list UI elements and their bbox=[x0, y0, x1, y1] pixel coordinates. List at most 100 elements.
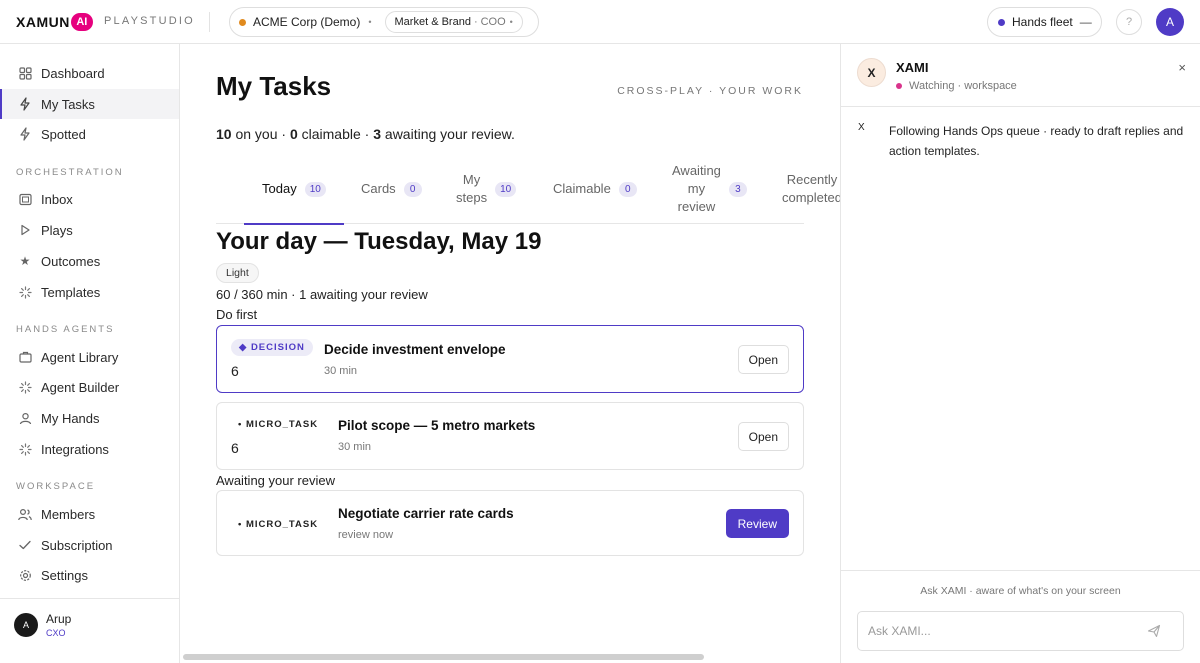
ask-xami-input[interactable] bbox=[857, 611, 1184, 651]
tab-label: Today bbox=[262, 181, 297, 196]
send-icon[interactable] bbox=[1147, 624, 1161, 638]
tab-awaiting-my-review[interactable]: Awaiting my review 3 bbox=[672, 154, 747, 224]
tab-today[interactable]: Today 10 bbox=[244, 154, 344, 225]
sidebar-item-my-tasks[interactable]: My Tasks bbox=[0, 89, 179, 119]
sidebar-item-label: Integrations bbox=[41, 441, 109, 457]
message-sender-badge: X bbox=[858, 122, 865, 133]
sidebar-item-templates[interactable]: Templates bbox=[0, 277, 179, 307]
task-summary: 10 on you · 0 claimable · 3 awaiting you… bbox=[216, 126, 515, 142]
page-title: My Tasks bbox=[216, 71, 332, 101]
chevron-down-icon: • bbox=[509, 17, 513, 27]
user-avatar[interactable]: A bbox=[1156, 8, 1184, 36]
help-button[interactable]: ? bbox=[1116, 9, 1142, 35]
user-name: Arup bbox=[46, 612, 72, 626]
open-button[interactable]: Open bbox=[737, 345, 789, 374]
xamun-logo[interactable]: XAMUN AI bbox=[16, 12, 93, 32]
sidebar-item-label: My Tasks bbox=[41, 96, 95, 112]
close-icon[interactable]: × bbox=[1178, 60, 1186, 75]
sidebar-item-integrations[interactable]: Integrations bbox=[0, 434, 179, 464]
task-kind-badge: ◆ DECISION bbox=[231, 339, 313, 356]
tab-cards[interactable]: Cards 0 bbox=[361, 154, 422, 224]
sidebar-user[interactable]: A Arup CXO bbox=[0, 598, 179, 663]
sidebar-item-subscription[interactable]: Subscription bbox=[0, 530, 179, 560]
context-switcher[interactable]: Market & Brand · COO • bbox=[384, 11, 523, 33]
briefcase-icon bbox=[18, 350, 32, 364]
org-name: ACME Corp (Demo) bbox=[253, 15, 361, 29]
task-kind-badge: • MICRO_TASK bbox=[238, 419, 319, 430]
summary-awaiting-label: awaiting your review. bbox=[381, 126, 515, 142]
sidebar-item-label: Members bbox=[41, 506, 96, 522]
task-count: 6 bbox=[231, 363, 239, 379]
tab-claimable[interactable]: Claimable 0 bbox=[553, 154, 637, 224]
org-switcher[interactable]: ACME Corp (Demo) • Market & Brand · COO … bbox=[229, 7, 539, 37]
sidebar-item-label: Spotted bbox=[41, 126, 86, 142]
task-due: review now bbox=[338, 529, 394, 541]
org-status-dot bbox=[239, 18, 246, 26]
tab-label: Claimable bbox=[553, 181, 611, 196]
task-duration: 30 min bbox=[338, 441, 372, 453]
day-heading: Your day — Tuesday, May 19 bbox=[216, 228, 542, 255]
sidebar-item-members[interactable]: Members bbox=[0, 499, 179, 529]
sidebar-item-dashboard[interactable]: Dashboard bbox=[0, 58, 179, 88]
avatar: A bbox=[14, 613, 38, 637]
sidebar-item-label: Plays bbox=[41, 222, 73, 238]
sidebar-item-outcomes[interactable]: ★ Outcomes bbox=[0, 246, 179, 276]
sidebar-item-label: Subscription bbox=[41, 537, 113, 553]
logo-word: XAMUN bbox=[16, 14, 70, 30]
fleet-status-dot bbox=[998, 18, 1005, 26]
context-role: COO bbox=[480, 16, 506, 28]
bolt-icon bbox=[18, 127, 32, 141]
task-duration: 30 min bbox=[324, 365, 358, 377]
summary-on-you-label: on you · bbox=[231, 126, 290, 142]
active-tab-indicator bbox=[244, 223, 344, 225]
panel-divider bbox=[841, 106, 1200, 107]
page-context-label: CROSS-PLAY · YOUR WORK bbox=[617, 85, 803, 97]
inbox-icon bbox=[18, 192, 32, 206]
tab-label: My steps bbox=[456, 172, 488, 205]
bolt-icon bbox=[18, 97, 32, 111]
section-label-orchestration: ORCHESTRATION bbox=[16, 167, 124, 178]
panel-divider bbox=[841, 570, 1200, 571]
task-card[interactable]: • MICRO_TASK 6 Pilot scope — 5 metro mar… bbox=[216, 402, 804, 470]
review-button[interactable]: Review bbox=[725, 509, 789, 538]
tab-count-badge: 0 bbox=[403, 181, 422, 197]
tab-count-badge: 0 bbox=[618, 181, 637, 197]
tab-recently-completed[interactable]: Recently completed bbox=[782, 154, 840, 224]
main-content: My Tasks CROSS-PLAY · YOUR WORK 10 on yo… bbox=[180, 44, 840, 663]
tab-my-steps[interactable]: My steps 10 bbox=[456, 154, 517, 224]
xami-status: Watching · workspace bbox=[896, 80, 1017, 92]
check-icon bbox=[18, 538, 32, 552]
horizontal-scrollbar[interactable] bbox=[183, 654, 704, 660]
summary-on-you-count: 10 bbox=[216, 126, 232, 142]
sidebar-item-agent-library[interactable]: Agent Library bbox=[0, 342, 179, 372]
context-separator: · bbox=[473, 16, 478, 28]
chevron-down-icon: • bbox=[368, 17, 372, 27]
spinner-icon bbox=[18, 285, 32, 299]
day-meta: 60 / 360 min · 1 awaiting your review bbox=[216, 287, 428, 302]
sidebar-item-settings[interactable]: Settings bbox=[0, 560, 179, 590]
fleet-label: Hands fleet bbox=[1012, 15, 1073, 29]
status-dot bbox=[896, 83, 902, 89]
sidebar-item-my-hands[interactable]: My Hands bbox=[0, 403, 179, 433]
help-icon: ? bbox=[1125, 16, 1133, 28]
sidebar-item-label: Settings bbox=[41, 567, 88, 583]
task-tabs: Today 10 Cards 0 My steps 10 Claimable 0… bbox=[216, 154, 840, 225]
task-card[interactable]: ◆ DECISION 6 Decide investment envelope … bbox=[216, 325, 804, 393]
open-button[interactable]: Open bbox=[737, 422, 789, 451]
sidebar-item-label: Agent Library bbox=[41, 349, 119, 365]
product-name: PLAYSTUDIO bbox=[104, 15, 195, 27]
group-label-do-first: Do first bbox=[216, 307, 258, 322]
task-title: Negotiate carrier rate cards bbox=[338, 506, 514, 521]
summary-awaiting-count: 3 bbox=[373, 126, 382, 142]
hands-fleet-button[interactable]: Hands fleet — bbox=[987, 7, 1102, 37]
sidebar-item-spotted[interactable]: Spotted bbox=[0, 119, 179, 149]
sidebar-item-label: My Hands bbox=[41, 410, 100, 426]
sidebar-item-inbox[interactable]: Inbox bbox=[0, 184, 179, 214]
task-card[interactable]: • MICRO_TASK Negotiate carrier rate card… bbox=[216, 490, 804, 556]
sidebar-item-agent-builder[interactable]: Agent Builder bbox=[0, 372, 179, 402]
sidebar-item-plays[interactable]: Plays bbox=[0, 215, 179, 245]
tab-count-badge: 10 bbox=[495, 181, 517, 197]
task-title: Pilot scope — 5 metro markets bbox=[338, 418, 536, 433]
load-badge: Light bbox=[216, 263, 259, 283]
sidebar-item-label: Dashboard bbox=[41, 65, 105, 81]
